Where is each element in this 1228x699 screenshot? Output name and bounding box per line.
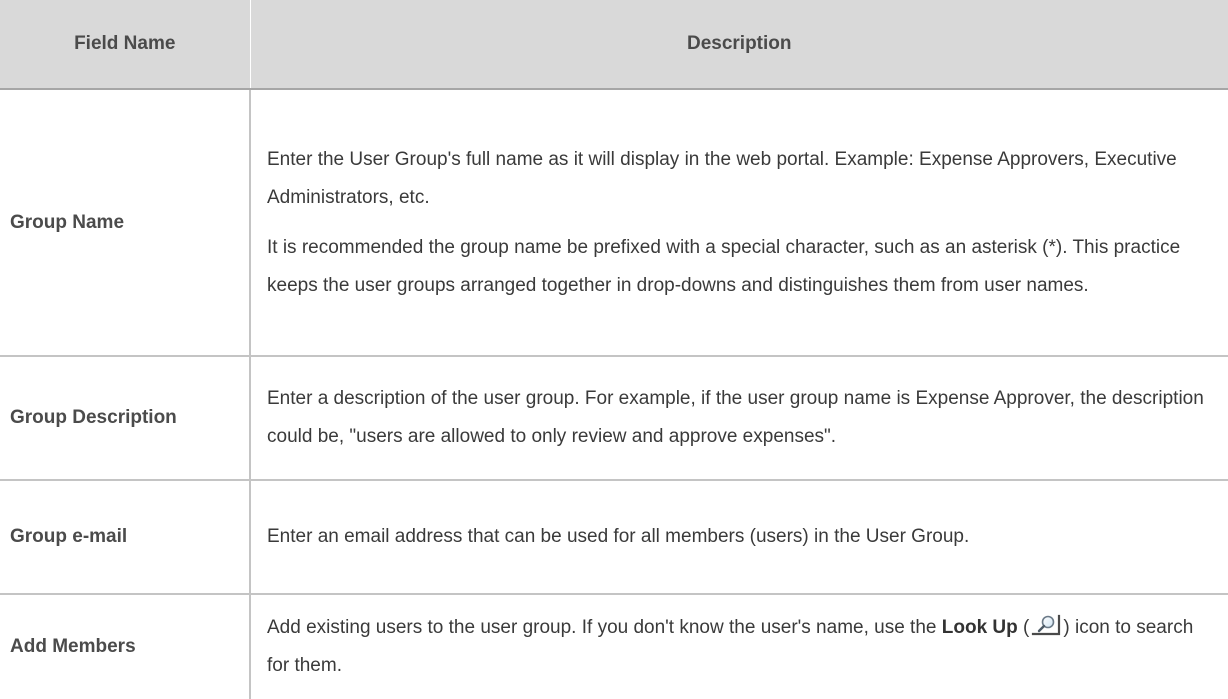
description-cell: Enter an email address that can be used … (250, 480, 1228, 595)
description-cell: Enter a description of the user group. F… (250, 356, 1228, 481)
description-cell: Add existing users to the user group. If… (250, 594, 1228, 699)
field-name-cell: Add Members (0, 594, 251, 699)
magnifier-icon (1031, 613, 1061, 637)
description-paragraph: Add existing users to the user group. If… (267, 609, 1218, 685)
header-row: Field Name Description (0, 0, 1228, 90)
description-paragraph: Enter a description of the user group. F… (267, 388, 1204, 447)
field-name-cell: Group Description (0, 356, 251, 481)
description-cell: Enter the User Group's full name as it w… (250, 89, 1228, 357)
description-text: Add existing users to the user group. If… (267, 617, 942, 638)
look-up-label: Look Up (941, 617, 1018, 638)
table-row-group-description: Group Description Enter a description of… (0, 356, 1228, 481)
description-paragraph: Enter the User Group's full name as it w… (267, 148, 1177, 208)
field-name-cell: Group Name (0, 89, 251, 357)
table-row-group-name: Group Name Enter the User Group's full n… (0, 89, 1228, 357)
table-row-group-email: Group e-mail Enter an email address that… (0, 480, 1228, 595)
header-field-name: Field Name (0, 0, 251, 90)
table-row-add-members: Add Members Add existing users to the us… (0, 594, 1228, 699)
header-description: Description (250, 0, 1228, 90)
field-name-cell: Group e-mail (0, 480, 251, 595)
description-paragraph: Enter an email address that can be used … (267, 526, 970, 547)
description-paragraph: It is recommended the group name be pref… (267, 236, 1181, 296)
field-description-table: Field Name Description Group Name Enter … (0, 0, 1228, 699)
paren-open: ( (1017, 617, 1030, 638)
